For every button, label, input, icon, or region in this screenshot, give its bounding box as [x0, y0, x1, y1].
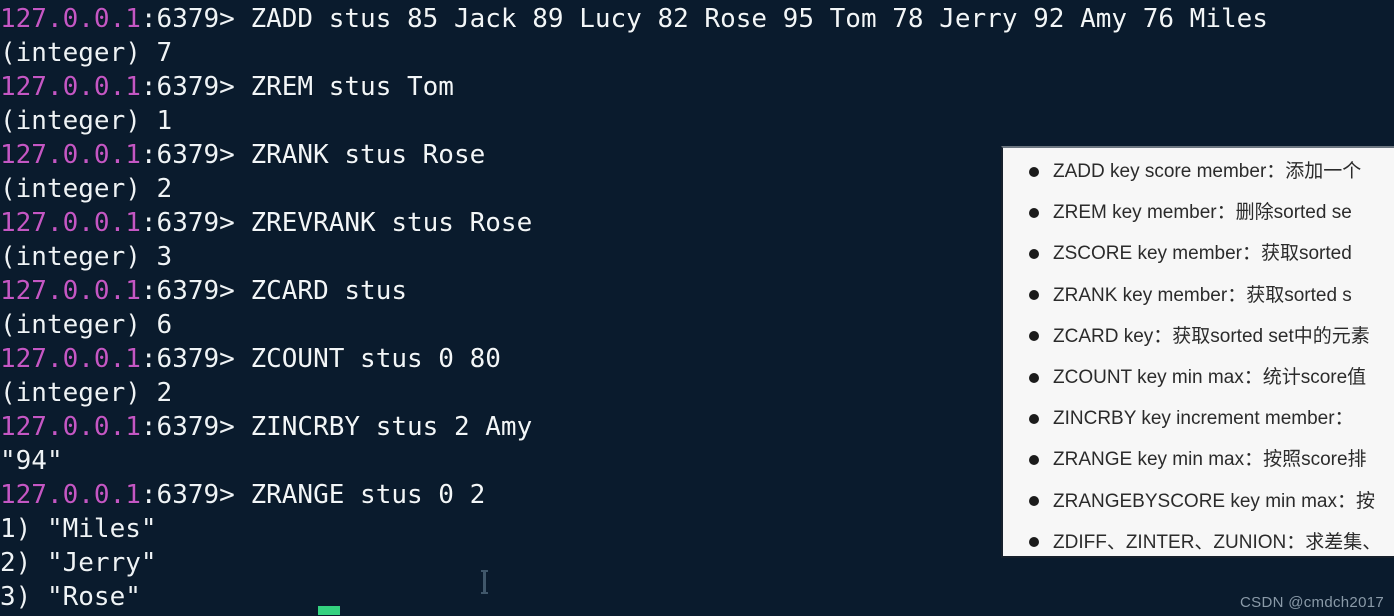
- prompt-port: :6379>: [140, 140, 251, 170]
- cheatsheet-item-label: ZCARD key：获取sorted set中的元素: [1053, 325, 1370, 347]
- terminal-command: ZRANGE stus 0 2: [250, 480, 486, 510]
- prompt-host: 127.0.0.1: [0, 208, 141, 238]
- terminal-line: (integer) 1: [0, 104, 1394, 138]
- ibeam-stem: [483, 572, 486, 592]
- cheatsheet-item-label: ZCOUNT key min max：统计score值: [1053, 366, 1367, 388]
- prompt-port: :6379>: [140, 4, 251, 34]
- terminal-line: 127.0.0.1:6379> ZREM stus Tom: [0, 70, 1394, 104]
- terminal-line: 3) "Rose": [0, 580, 1394, 614]
- bullet-icon: [1029, 166, 1039, 177]
- prompt-port: :6379>: [140, 276, 251, 306]
- terminal-reply: (integer) 2: [0, 378, 173, 408]
- terminal-reply: 3) "Rose": [0, 582, 141, 612]
- terminal-reply: (integer) 6: [0, 310, 173, 340]
- cheatsheet-item-label: ZRANGE key min max：按照score排: [1053, 449, 1367, 471]
- terminal-command: ZREM stus Tom: [250, 72, 454, 102]
- terminal-reply: (integer) 2: [0, 174, 173, 204]
- terminal-line: (integer) 7: [0, 36, 1394, 70]
- terminal-command: ZADD stus 85 Jack 89 Lucy 82 Rose 95 Tom…: [250, 4, 1268, 34]
- cheatsheet-item: ZADD key score member：添加一个: [1003, 151, 1394, 192]
- terminal-reply: 2) "Jerry": [0, 548, 157, 578]
- prompt-host: 127.0.0.1: [0, 4, 141, 34]
- bullet-icon: [1029, 454, 1039, 465]
- prompt-host: 127.0.0.1: [0, 412, 141, 442]
- terminal-reply: "94": [0, 446, 63, 476]
- prompt-port: :6379>: [140, 208, 251, 238]
- prompt-host: 127.0.0.1: [0, 72, 141, 102]
- prompt-host: 127.0.0.1: [0, 140, 141, 170]
- cheatsheet-item-label: ZINCRBY key increment member：: [1053, 408, 1354, 430]
- redis-cli-screenshot: 127.0.0.1:6379> ZADD stus 85 Jack 89 Luc…: [0, 0, 1394, 616]
- cheatsheet-item-label: ZADD key score member：添加一个: [1053, 161, 1362, 182]
- prompt-port: :6379>: [140, 480, 251, 510]
- cheatsheet-item: ZRANGE key min max：按照score排: [1003, 439, 1394, 480]
- prompt-port: :6379>: [140, 344, 251, 374]
- terminal-command: ZREVRANK stus Rose: [250, 208, 533, 238]
- terminal-line: 127.0.0.1:6379> ZADD stus 85 Jack 89 Luc…: [0, 2, 1394, 36]
- bullet-icon: [1029, 331, 1039, 342]
- prompt-host: 127.0.0.1: [0, 480, 141, 510]
- terminal-reply: (integer) 7: [0, 38, 173, 68]
- cheatsheet-item: ZRANK key member：获取sorted s: [1003, 275, 1394, 316]
- bullet-icon: [1029, 413, 1039, 424]
- cheatsheet-item: ZSCORE key member：获取sorted: [1003, 233, 1394, 274]
- cheatsheet-item-label: ZSCORE key member：获取sorted: [1053, 243, 1352, 265]
- prompt-port: :6379>: [140, 72, 251, 102]
- bullet-icon: [1029, 290, 1039, 301]
- text-ibeam-cursor-icon: [481, 570, 488, 594]
- cheatsheet-item-label: ZDIFF、ZINTER、ZUNION：求差集、: [1053, 531, 1382, 553]
- cheatsheet-item: ZRANGEBYSCORE key min max：按: [1003, 481, 1394, 522]
- terminal-reply: (integer) 3: [0, 242, 173, 272]
- bullet-icon: [1029, 248, 1039, 259]
- terminal-command: ZCARD stus: [250, 276, 408, 306]
- bullet-icon: [1029, 207, 1039, 218]
- csdn-watermark: CSDN @cmdch2017: [1240, 594, 1384, 611]
- cheatsheet-item-label: ZRANK key member：获取sorted s: [1053, 284, 1352, 306]
- prompt-port: :6379>: [140, 412, 251, 442]
- bullet-icon: [1029, 537, 1039, 548]
- cheatsheet-item: ZINCRBY key increment member：: [1003, 398, 1394, 439]
- terminal-reply: (integer) 1: [0, 106, 173, 136]
- bullet-icon: [1029, 372, 1039, 383]
- cheatsheet-item: ZREM key member：删除sorted se: [1003, 192, 1394, 233]
- terminal-reply: 1) "Miles": [0, 514, 157, 544]
- terminal-block-cursor: [318, 606, 340, 615]
- terminal-command: ZINCRBY stus 2 Amy: [250, 412, 533, 442]
- zset-commands-cheatsheet-panel: ZADD key score member：添加一个 ZREM key memb…: [1001, 146, 1394, 558]
- cheatsheet-item: ZCOUNT key min max：统计score值: [1003, 357, 1394, 398]
- ibeam-bottom-cap: [481, 592, 488, 594]
- cheatsheet-item: ZDIFF、ZINTER、ZUNION：求差集、: [1003, 522, 1394, 556]
- prompt-host: 127.0.0.1: [0, 344, 141, 374]
- cheatsheet-item: ZCARD key：获取sorted set中的元素: [1003, 316, 1394, 357]
- cheatsheet-item-label: ZREM key member：删除sorted se: [1053, 202, 1352, 224]
- prompt-host: 127.0.0.1: [0, 276, 141, 306]
- terminal-command: ZCOUNT stus 0 80: [250, 344, 501, 374]
- cheatsheet-item-label: ZRANGEBYSCORE key min max：按: [1053, 490, 1375, 512]
- bullet-icon: [1029, 496, 1039, 507]
- terminal-command: ZRANK stus Rose: [250, 140, 486, 170]
